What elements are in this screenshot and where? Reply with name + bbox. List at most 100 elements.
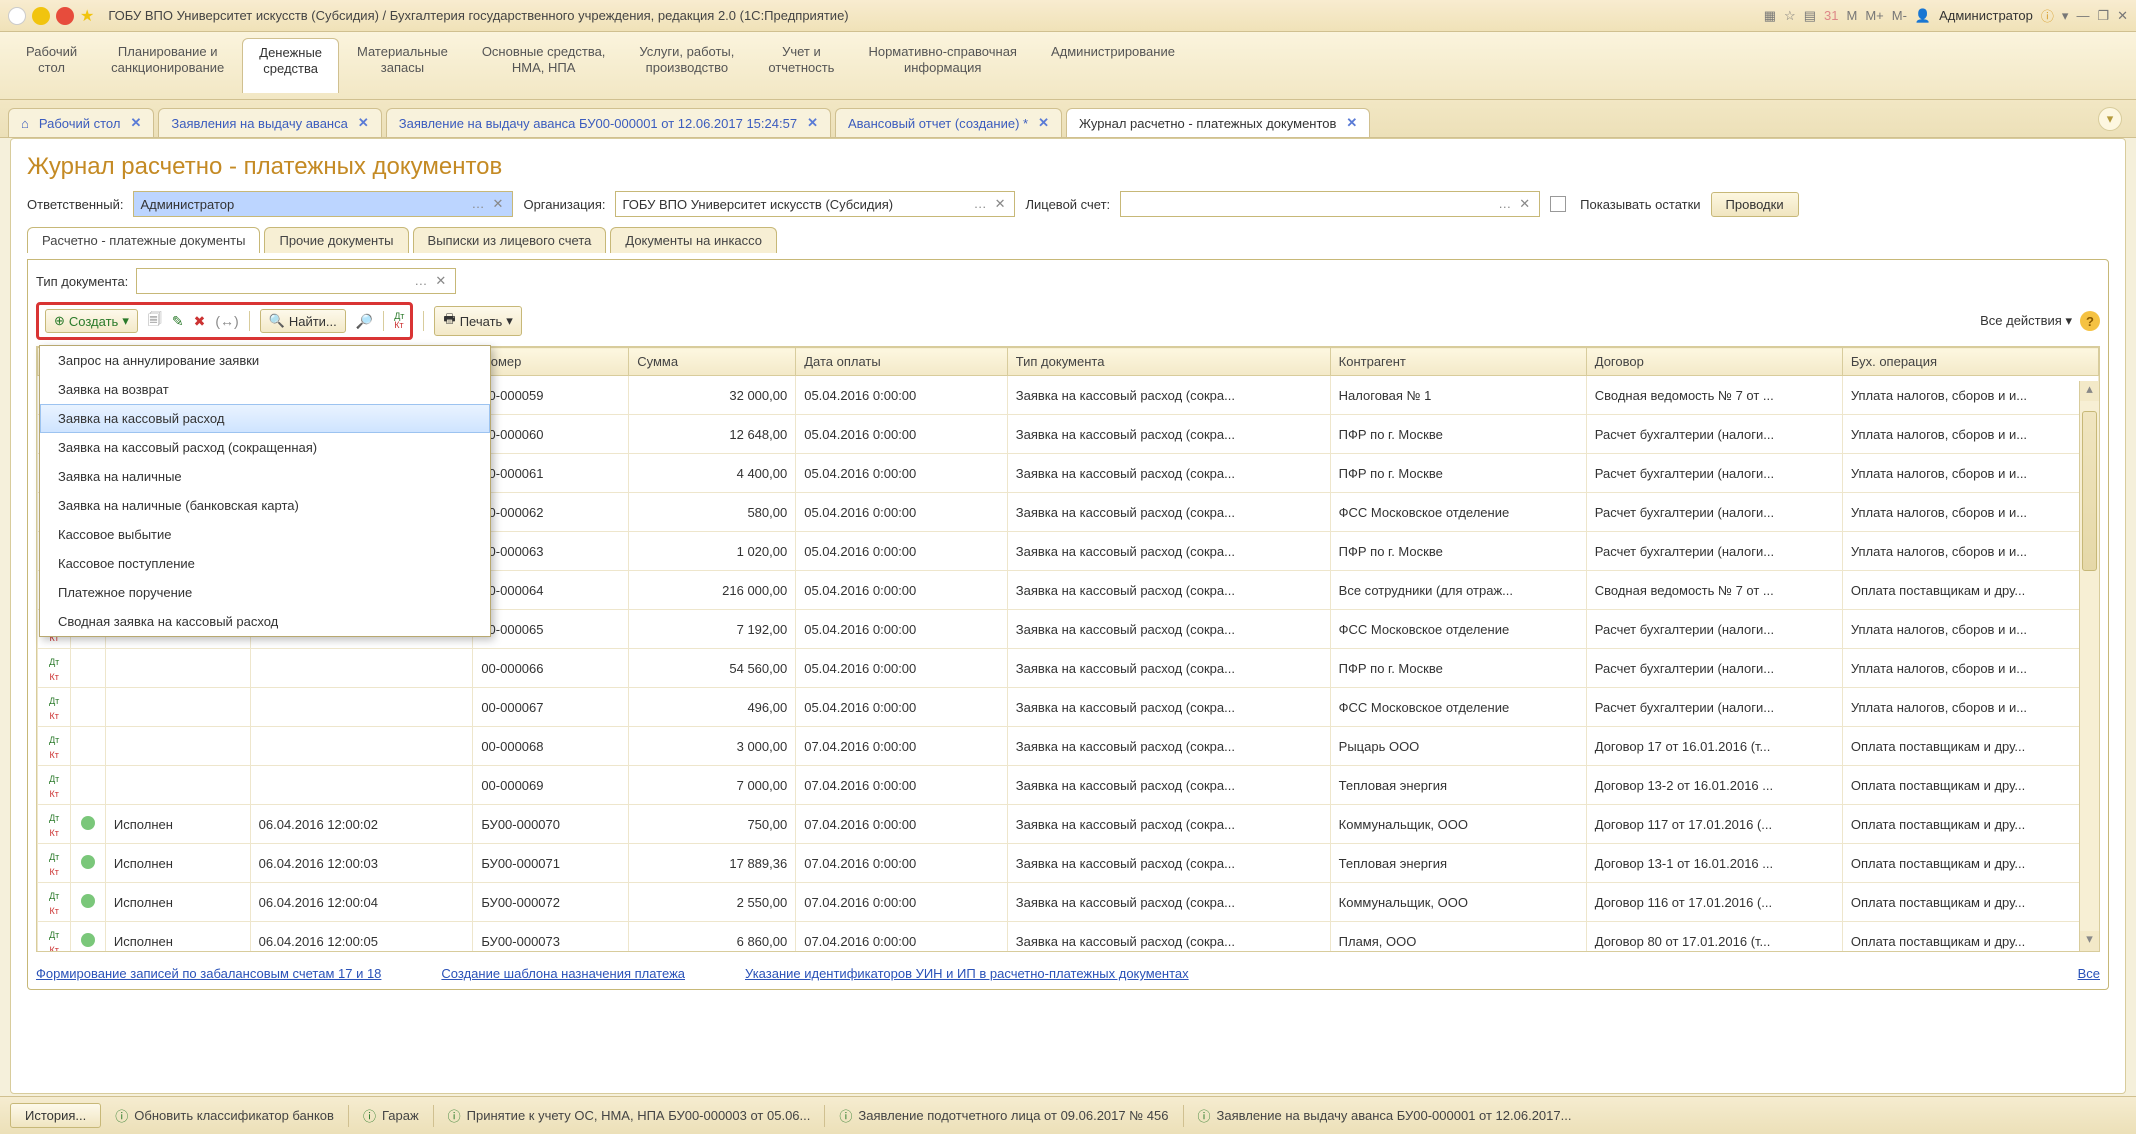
select-icon[interactable]: …	[971, 196, 990, 212]
create-button[interactable]: ⊕ Создать ▾	[45, 309, 138, 333]
win-maximize-icon[interactable]: ❐	[2097, 8, 2109, 24]
column-header[interactable]: Тип документа	[1007, 348, 1330, 376]
sub-tab[interactable]: Выписки из лицевого счета	[413, 227, 607, 253]
m-btn[interactable]: М	[1846, 8, 1857, 23]
edit-icon[interactable]: ✎	[172, 313, 184, 330]
dropdown-item[interactable]: Заявка на кассовый расход	[40, 404, 490, 433]
close-tab-icon[interactable]: ✕	[1346, 115, 1357, 131]
table-row[interactable]: ДтКт00-000067496,0005.04.2016 0:00:00Зая…	[38, 688, 2099, 727]
status-bar-item[interactable]: ⓘГараж	[363, 1106, 419, 1125]
account-input[interactable]: …✕	[1120, 191, 1540, 217]
print-button[interactable]: 🖶 Печать ▾	[434, 306, 521, 336]
win-minimize-icon[interactable]: —	[2076, 8, 2089, 23]
dropdown-item[interactable]: Запрос на аннулирование заявки	[40, 346, 490, 375]
status-bar-item[interactable]: ⓘПринятие к учету ОС, НМА, НПА БУ00-0000…	[448, 1106, 811, 1125]
status-bar-item[interactable]: ⓘЗаявление подотчетного лица от 09.06.20…	[839, 1106, 1168, 1125]
link-template[interactable]: Создание шаблона назначения платежа	[441, 966, 685, 981]
document-tab[interactable]: Журнал расчетно - платежных документов✕	[1066, 108, 1370, 137]
clear-icon[interactable]: ✕	[432, 273, 449, 289]
info-icon[interactable]: ⓘ	[2041, 6, 2054, 25]
select-icon[interactable]: …	[469, 196, 488, 212]
postings-button[interactable]: Проводки	[1711, 192, 1799, 217]
dropdown-item[interactable]: Кассовое поступление	[40, 549, 490, 578]
table-row[interactable]: ДтКт00-0000697 000,0007.04.2016 0:00:00З…	[38, 766, 2099, 805]
toolbar-icon-2[interactable]: ☆	[1784, 8, 1796, 24]
dropdown-item[interactable]: Заявка на наличные (банковская карта)	[40, 491, 490, 520]
document-tab[interactable]: Заявление на выдачу аванса БУ00-000001 о…	[386, 108, 831, 137]
link-offbalance[interactable]: Формирование записей по забалансовым сче…	[36, 966, 381, 981]
scroll-down-icon[interactable]: ▾	[2080, 931, 2099, 951]
m-minus-btn[interactable]: М-	[1892, 8, 1907, 23]
window-minimize-icon[interactable]	[32, 7, 50, 25]
dropdown-item[interactable]: Заявка на наличные	[40, 462, 490, 491]
sub-tab[interactable]: Расчетно - платежные документы	[27, 227, 260, 253]
sub-tab[interactable]: Прочие документы	[264, 227, 408, 253]
close-tab-icon[interactable]: ✕	[358, 115, 369, 131]
main-menu-item[interactable]: Основные средства,НМА, НПА	[466, 38, 622, 93]
doc-type-input[interactable]: …✕	[136, 268, 456, 294]
column-header[interactable]: Контрагент	[1330, 348, 1586, 376]
sub-tab[interactable]: Документы на инкассо	[610, 227, 777, 253]
clear-search-icon[interactable]: 🔎	[356, 313, 373, 330]
clear-icon[interactable]: ✕	[1516, 196, 1533, 212]
favorite-icon[interactable]: ★	[80, 6, 94, 26]
main-menu-item[interactable]: Денежныесредства	[242, 38, 339, 93]
all-actions-button[interactable]: Все действия ▾	[1980, 313, 2072, 329]
dropdown-item[interactable]: Сводная заявка на кассовый расход	[40, 607, 490, 636]
column-header[interactable]: Сумма	[629, 348, 796, 376]
select-icon[interactable]: …	[1495, 196, 1514, 212]
window-close-icon[interactable]	[56, 7, 74, 25]
dropdown-item[interactable]: Платежное поручение	[40, 578, 490, 607]
document-tab[interactable]: ⌂ Рабочий стол✕	[8, 108, 154, 137]
dropdown-item[interactable]: Заявка на кассовый расход (сокращенная)	[40, 433, 490, 462]
document-tab[interactable]: Заявления на выдачу аванса✕	[158, 108, 381, 137]
table-row[interactable]: ДтКт00-00006654 560,0005.04.2016 0:00:00…	[38, 649, 2099, 688]
table-row[interactable]: ДтКт00-0000683 000,0007.04.2016 0:00:00З…	[38, 727, 2099, 766]
document-tab[interactable]: Авансовый отчет (создание) *✕	[835, 108, 1062, 137]
toolbar-icon-1[interactable]: ▦	[1764, 8, 1776, 24]
close-tab-icon[interactable]: ✕	[807, 115, 818, 131]
main-menu-item[interactable]: Рабочийстол	[10, 38, 93, 93]
delete-icon[interactable]: ✖	[194, 313, 206, 330]
find-button[interactable]: 🔍 Найти...	[260, 309, 346, 333]
column-header[interactable]: Номер	[473, 348, 629, 376]
scroll-up-icon[interactable]: ▴	[2080, 381, 2099, 401]
history-button[interactable]: История...	[10, 1103, 101, 1128]
main-menu-item[interactable]: Нормативно-справочнаяинформация	[852, 38, 1033, 93]
responsible-input[interactable]: Администратор …✕	[133, 191, 513, 217]
main-menu-item[interactable]: Услуги, работы,производство	[623, 38, 750, 93]
table-row[interactable]: ДтКтИсполнен06.04.2016 12:00:05БУ00-0000…	[38, 922, 2099, 953]
close-tab-icon[interactable]: ✕	[130, 115, 141, 131]
window-menu-icon[interactable]	[8, 7, 26, 25]
main-menu-item[interactable]: Администрирование	[1035, 38, 1191, 93]
org-input[interactable]: ГОБУ ВПО Университет искусств (Субсидия)…	[615, 191, 1015, 217]
dropdown-item[interactable]: Кассовое выбытие	[40, 520, 490, 549]
column-header[interactable]: Договор	[1586, 348, 1842, 376]
main-menu-item[interactable]: Учет иотчетность	[752, 38, 850, 93]
select-icon[interactable]: …	[411, 273, 430, 289]
link-uin[interactable]: Указание идентификаторов УИН и ИП в расч…	[745, 966, 1189, 981]
link-all[interactable]: Все	[2078, 966, 2100, 981]
clear-icon[interactable]: ✕	[490, 196, 507, 212]
column-header[interactable]: Дата оплаты	[796, 348, 1008, 376]
clear-icon[interactable]: ✕	[992, 196, 1009, 212]
scroll-thumb[interactable]	[2082, 411, 2097, 571]
dropdown-item[interactable]: Заявка на возврат	[40, 375, 490, 404]
help-icon[interactable]: ?	[2080, 311, 2100, 331]
table-row[interactable]: ДтКтИсполнен06.04.2016 12:00:03БУ00-0000…	[38, 844, 2099, 883]
tabs-dropdown-icon[interactable]: ▾	[2098, 107, 2122, 131]
main-menu-item[interactable]: Материальныезапасы	[341, 38, 464, 93]
refresh-icon[interactable]: (↔)	[215, 313, 238, 329]
user-name[interactable]: Администратор	[1939, 8, 2033, 23]
win-close-icon[interactable]: ✕	[2117, 8, 2128, 24]
show-balances-checkbox[interactable]	[1550, 196, 1566, 212]
calendar-icon[interactable]: 31	[1824, 8, 1838, 23]
table-row[interactable]: ДтКтИсполнен06.04.2016 12:00:04БУ00-0000…	[38, 883, 2099, 922]
column-header[interactable]: Бух. операция	[1842, 348, 2098, 376]
close-tab-icon[interactable]: ✕	[1038, 115, 1049, 131]
copy-icon[interactable]: 🗐	[148, 309, 162, 333]
m-plus-btn[interactable]: М+	[1865, 8, 1883, 23]
dk-icon[interactable]: ДтКт	[394, 312, 404, 330]
dropdown-icon[interactable]: ▾	[2062, 8, 2069, 24]
vertical-scrollbar[interactable]: ▴ ▾	[2079, 381, 2099, 951]
